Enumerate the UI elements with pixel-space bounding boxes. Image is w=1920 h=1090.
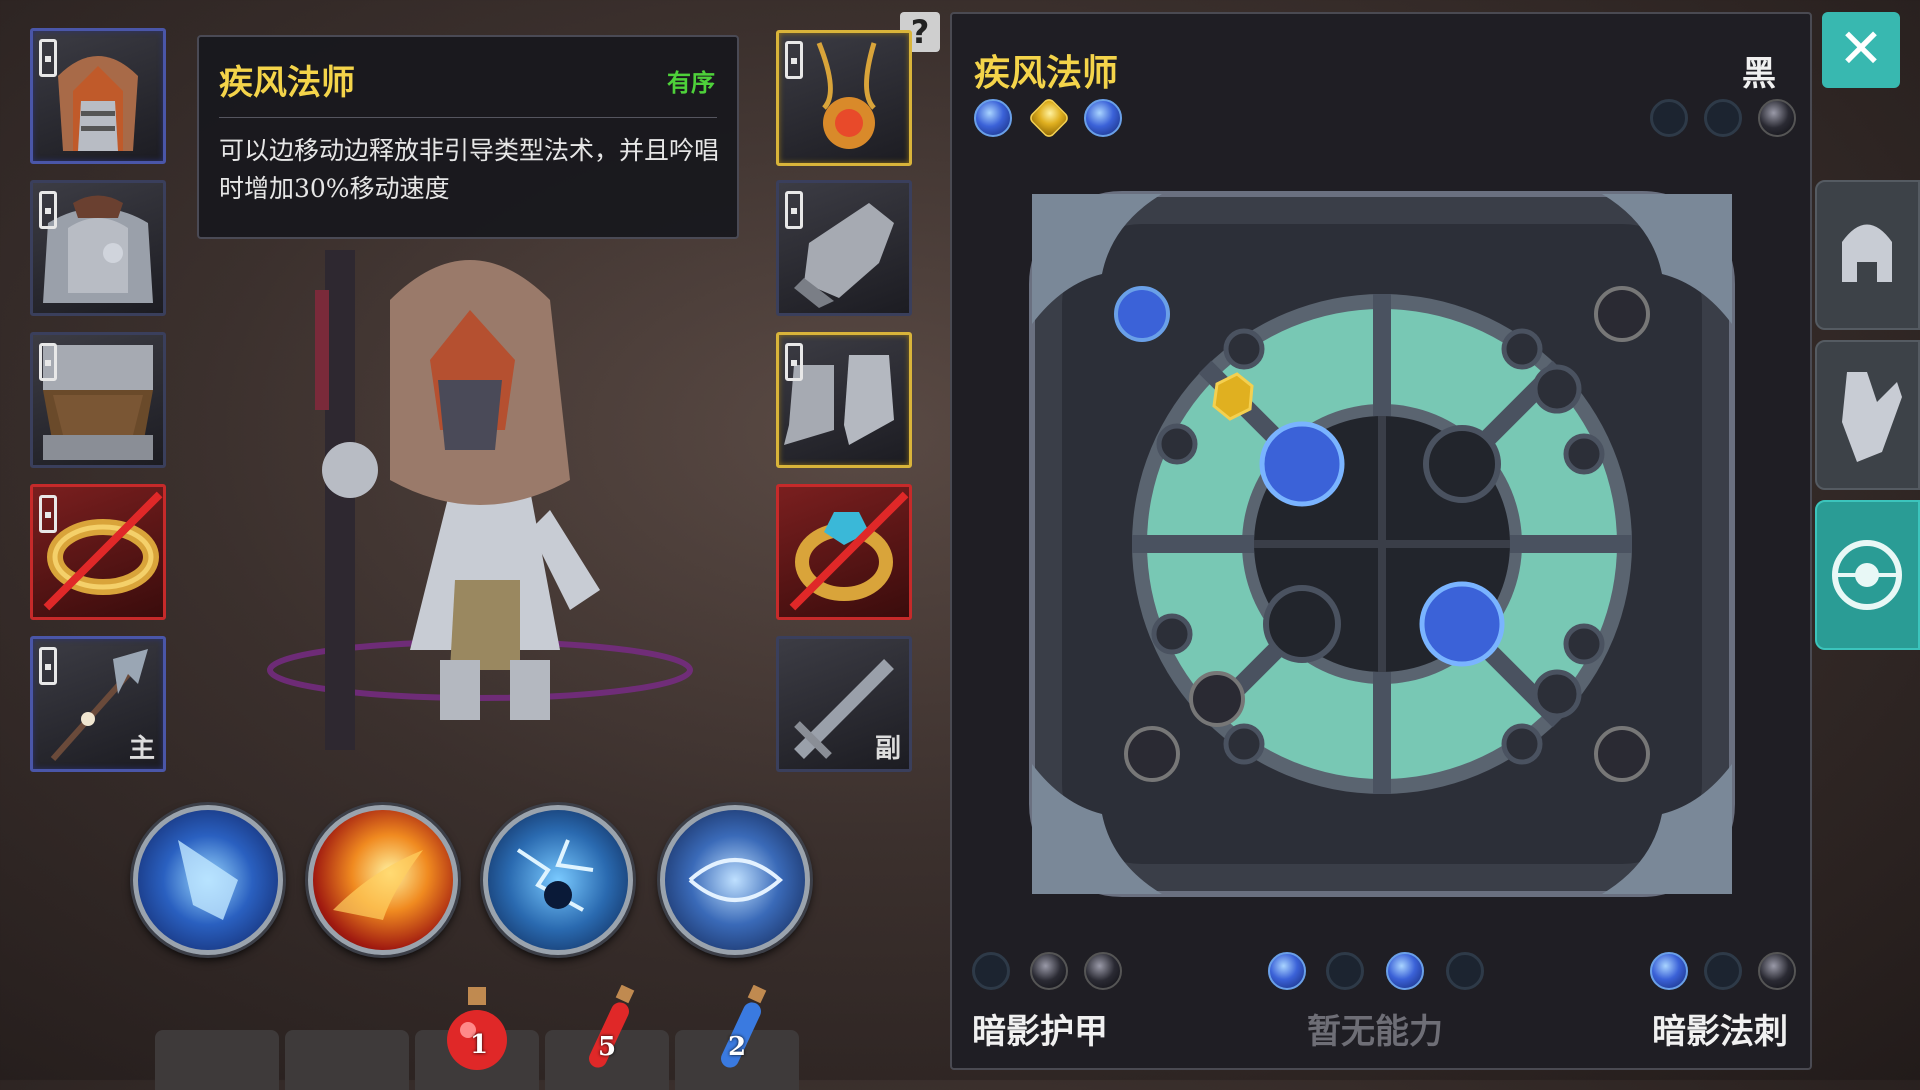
lock-icon [785, 343, 803, 381]
ability-label-shadow-stab: 暗影法刺 [1652, 1012, 1788, 1052]
gem-slot-shadow-stab-1[interactable] [1650, 952, 1688, 990]
equipment-slot-legs[interactable] [30, 332, 166, 468]
lock-icon [39, 39, 57, 77]
quick-slot-1[interactable] [155, 1030, 279, 1090]
lock-icon [39, 191, 57, 229]
talent-panel: 疾风法师 黑 暗影护甲 暂无能力 暗影法刺 [950, 12, 1812, 1070]
skill-fireball[interactable] [308, 805, 458, 955]
equipment-slot-ring-2[interactable] [776, 484, 912, 620]
close-icon: ✕ [1838, 17, 1884, 80]
rune-board[interactable] [992, 154, 1772, 934]
helmet-icon [1842, 224, 1892, 282]
lock-icon [39, 647, 57, 685]
off-weapon-label: 副 [874, 734, 901, 764]
lock-icon [785, 191, 803, 229]
gem-slot-shadow-armor-2[interactable] [1030, 952, 1068, 990]
gem-slot-none-2[interactable] [1326, 952, 1364, 990]
gem-slot-top-left-1[interactable] [974, 99, 1012, 137]
lock-icon [785, 41, 803, 79]
ability-label-none: 暂无能力 [1307, 1012, 1443, 1052]
gem-slot-shadow-armor-1[interactable] [972, 952, 1010, 990]
equipment-slot-amulet[interactable] [776, 30, 912, 166]
skill-wind-blast[interactable] [660, 805, 810, 955]
potion-count-1: 1 [470, 1030, 489, 1060]
gem-slot-top-left-2[interactable] [1027, 96, 1071, 140]
lightning-icon [516, 839, 594, 912]
skill-tooltip: 疾风法师 有序 可以边移动边释放非引导类型法术，并且吟唱时增加30%移动速度 [197, 35, 739, 239]
gem-slot-top-right-3[interactable] [1758, 99, 1796, 137]
ice-shard-icon [178, 840, 238, 920]
gem-slot-shadow-armor-3[interactable] [1084, 952, 1122, 990]
gem-slot-top-right-2[interactable] [1704, 99, 1742, 137]
tooltip-divider [219, 117, 717, 118]
ability-label-shadow-armor: 暗影护甲 [972, 1012, 1108, 1052]
main-weapon-label: 主 [128, 734, 155, 764]
glove-icon [1842, 372, 1902, 462]
tooltip-description: 可以边移动边释放非引导类型法术，并且吟唱时增加30%移动速度 [219, 136, 720, 203]
skill-chain-lightning[interactable] [483, 805, 633, 955]
equipment-slot-helmet[interactable] [30, 28, 166, 164]
close-button[interactable]: ✕ [1822, 12, 1900, 88]
gem-slot-top-right-1[interactable] [1650, 99, 1688, 137]
panel-title: 疾风法师 [974, 52, 1119, 94]
panel-tag: 黑 [1742, 54, 1776, 94]
rune-icon [1832, 540, 1902, 610]
wind-icon [688, 858, 784, 902]
quick-slot-2[interactable] [285, 1030, 409, 1090]
gem-slot-shadow-stab-3[interactable] [1758, 952, 1796, 990]
tooltip-title: 疾风法师 [219, 63, 355, 103]
equipment-slot-off-weapon[interactable]: 副 [776, 636, 912, 772]
gem-slot-top-left-3[interactable] [1084, 99, 1122, 137]
equipment-slot-ring[interactable] [30, 484, 166, 620]
gem-slot-none-4[interactable] [1446, 952, 1484, 990]
tab-gloves[interactable] [1815, 340, 1920, 490]
tab-rune[interactable] [1815, 500, 1920, 650]
lock-icon [39, 495, 57, 533]
lock-icon [39, 343, 57, 381]
gem-slot-shadow-stab-2[interactable] [1704, 952, 1742, 990]
equipment-slot-boots[interactable] [776, 332, 912, 468]
gem-slot-none-3[interactable] [1386, 952, 1424, 990]
character-model[interactable] [230, 230, 730, 790]
equipment-slot-main-weapon[interactable]: 主 [30, 636, 166, 772]
potion-count-3: 2 [728, 1032, 747, 1062]
tooltip-tag: 有序 [667, 68, 715, 97]
skill-ice-shard[interactable] [133, 805, 283, 955]
potion-count-2: 5 [598, 1032, 617, 1062]
fireball-icon [333, 850, 423, 920]
equipment-slot-gloves[interactable] [776, 180, 912, 316]
equipment-slot-chest[interactable] [30, 180, 166, 316]
gem-slot-none-1[interactable] [1268, 952, 1306, 990]
tab-helmet[interactable] [1815, 180, 1920, 330]
